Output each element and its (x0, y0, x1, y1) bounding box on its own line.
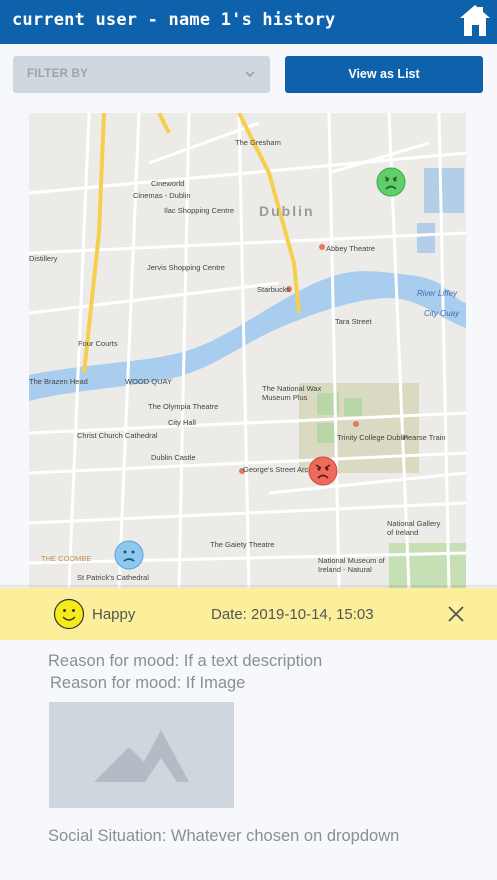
mood-name: Happy (92, 606, 136, 623)
mountain-image-icon (94, 730, 189, 782)
map-label-gresham: The Gresham (235, 138, 281, 147)
map-label-city: Dublin (259, 203, 315, 219)
social-situation: Social Situation: Whatever chosen on dro… (48, 827, 400, 845)
park-area (389, 543, 466, 588)
app-header: current user - name 1's history (0, 0, 497, 44)
map-label-olympia: The Olympia Theatre (148, 402, 219, 411)
map-label-abbey: Abbey Theatre (326, 244, 376, 253)
map-label-fourcourts: Four Courts (78, 339, 118, 348)
map-label-christchurch: Christ Church Cathedral (77, 431, 158, 440)
filter-dropdown[interactable]: FILTER BY (13, 56, 270, 93)
map-label-castle: Dublin Castle (151, 453, 196, 462)
map-label-patricks: St Patrick's Cathedral (77, 573, 149, 582)
map-label-ilac: Ilac Shopping Centre (164, 206, 235, 215)
map-label-cityhall: City Hall (168, 418, 196, 427)
reason-text: Reason for mood: If a text description (48, 652, 323, 670)
map-label-distillery: Distillery (29, 254, 58, 263)
map-label-gaiety: The Gaiety Theatre (210, 540, 275, 549)
page-title: current user - name 1's history (12, 10, 336, 30)
map-label-pearse: Pearse Train (403, 433, 446, 442)
image-placeholder[interactable] (49, 702, 234, 808)
chevron-down-icon (245, 71, 255, 78)
map-label-cineworld: Cineworld (151, 179, 185, 188)
happy-face-icon (53, 598, 85, 630)
reason-image-label: Reason for mood: If Image (50, 674, 246, 692)
map-view[interactable]: The Gresham Cineworld Cinemas - Dublin I… (29, 113, 466, 588)
map-label-river: River Liffey (417, 289, 458, 298)
map-label-waxmuseum: The National Wax Museum Plus (262, 384, 322, 402)
map-label-cineworld-2: Cinemas - Dublin (133, 191, 191, 200)
map-label-gallery: National Gallery of Ireland (387, 519, 441, 537)
map-label-woodquay: WOOD QUAY (125, 377, 172, 386)
map-label-starbucks: Starbucks (257, 285, 291, 294)
map-label-jervis: Jervis Shopping Centre (147, 263, 225, 272)
view-as-list-button[interactable]: View as List (285, 56, 483, 93)
mood-entry-header: Happy Date: 2019-10-14, 15:03 (0, 588, 497, 640)
mood-entry-details: Reason for mood: If a text description R… (0, 640, 497, 880)
map-label-tara: Tara Street (335, 317, 372, 326)
map-label-museum: National Museum of Ireland - Natural (318, 556, 385, 574)
sad-mood-marker-green[interactable] (376, 167, 406, 197)
map-label-brazen: The Brazen Head (29, 377, 88, 386)
home-icon[interactable] (457, 3, 493, 39)
entry-date: Date: 2019-10-14, 15:03 (211, 606, 374, 623)
dock-water (424, 168, 464, 213)
map-label-trinity: Trinity College Dublin (337, 433, 409, 442)
sad-mood-marker-blue[interactable] (114, 540, 144, 570)
map-label-cityquay: City Quay (424, 309, 460, 318)
map-label-coombe: THE COOMBE (41, 554, 92, 563)
filter-label: FILTER BY (27, 68, 89, 80)
angry-mood-marker-red[interactable] (308, 456, 338, 486)
close-icon[interactable] (446, 604, 466, 624)
